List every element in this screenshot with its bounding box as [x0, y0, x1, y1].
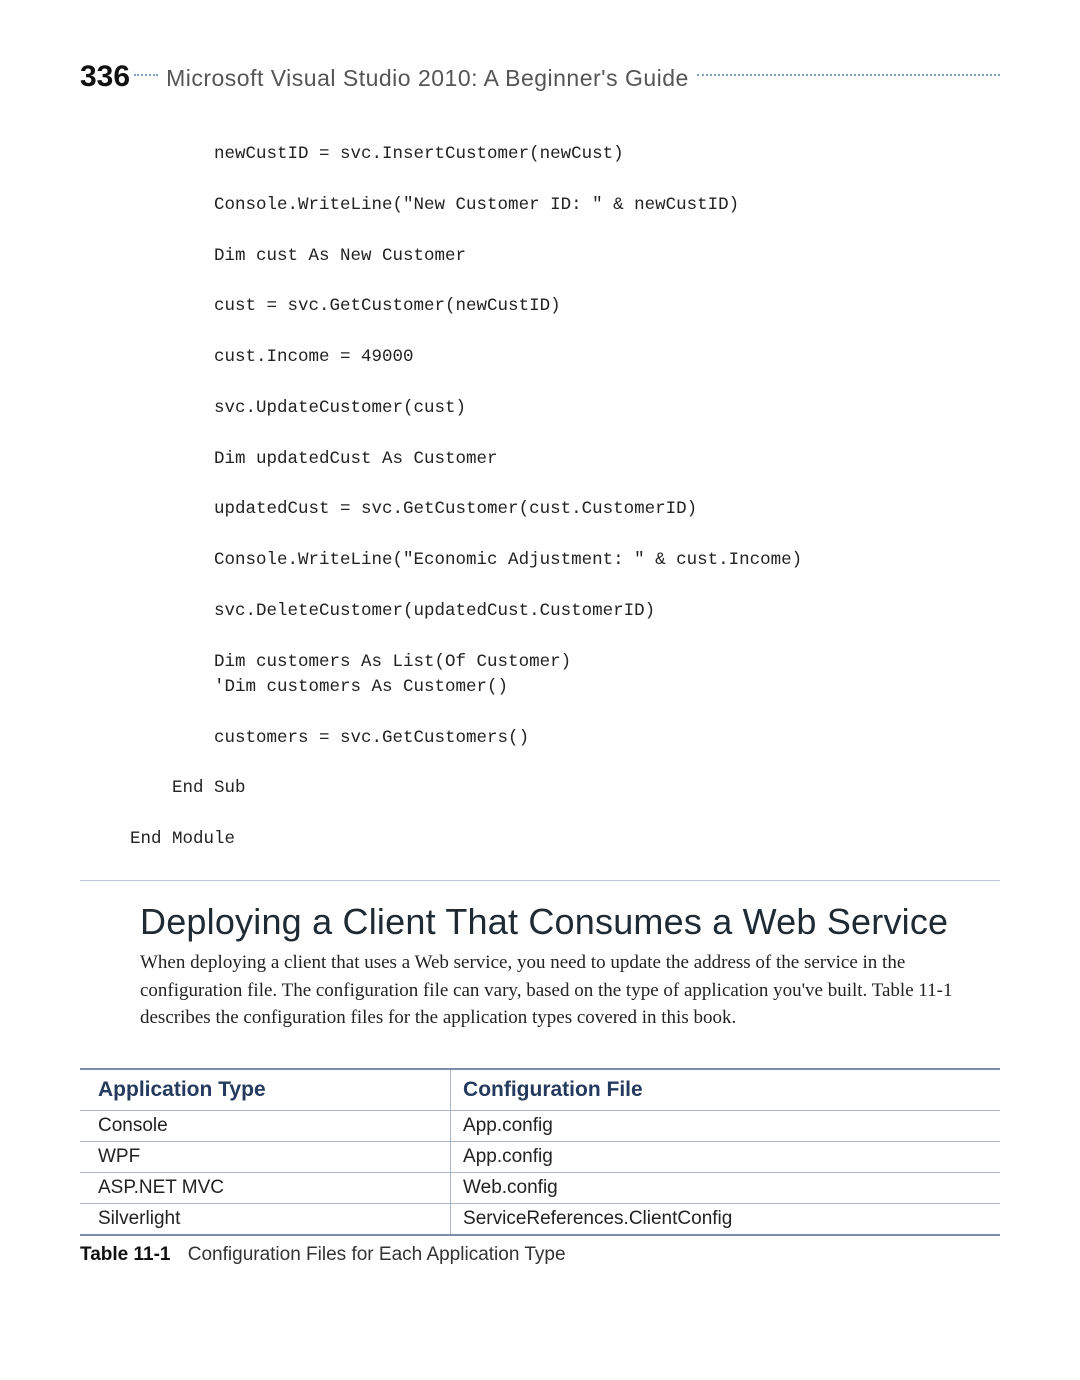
running-title: Microsoft Visual Studio 2010: A Beginner…: [166, 65, 689, 92]
table-row: Console App.config: [80, 1110, 1000, 1141]
header-dots-right: [697, 74, 1000, 76]
table-cell: WPF: [80, 1141, 451, 1172]
table-header-apptype: Application Type: [80, 1069, 451, 1111]
table-caption: Table 11-1 Configuration Files for Each …: [80, 1244, 1000, 1266]
header-dots-left: [134, 74, 158, 76]
table-cell: ServiceReferences.ClientConfig: [451, 1203, 1000, 1235]
table-cell: Silverlight: [80, 1203, 451, 1235]
table-cell: App.config: [451, 1110, 1000, 1141]
section-body: When deploying a client that uses a Web …: [140, 949, 1000, 1032]
table-row: WPF App.config: [80, 1141, 1000, 1172]
table-row: Silverlight ServiceReferences.ClientConf…: [80, 1203, 1000, 1235]
running-head: 336 Microsoft Visual Studio 2010: A Begi…: [80, 60, 1000, 94]
table-caption-text: Configuration Files for Each Application…: [188, 1244, 566, 1265]
section-rule: [80, 880, 1000, 881]
table-cell: Web.config: [451, 1172, 1000, 1203]
page-number: 336: [80, 60, 130, 94]
table-row: ASP.NET MVC Web.config: [80, 1172, 1000, 1203]
table-header-configfile: Configuration File: [451, 1069, 1000, 1111]
table-header-row: Application Type Configuration File: [80, 1069, 1000, 1111]
table-cell: Console: [80, 1110, 451, 1141]
table-caption-label: Table 11-1: [80, 1244, 170, 1265]
code-listing: newCustID = svc.InsertCustomer(newCust) …: [130, 142, 1000, 863]
table-cell: App.config: [451, 1141, 1000, 1172]
config-table: Application Type Configuration File Cons…: [80, 1068, 1000, 1236]
page: 336 Microsoft Visual Studio 2010: A Begi…: [0, 0, 1080, 1380]
table-cell: ASP.NET MVC: [80, 1172, 451, 1203]
section-title: Deploying a Client That Consumes a Web S…: [140, 901, 1000, 943]
